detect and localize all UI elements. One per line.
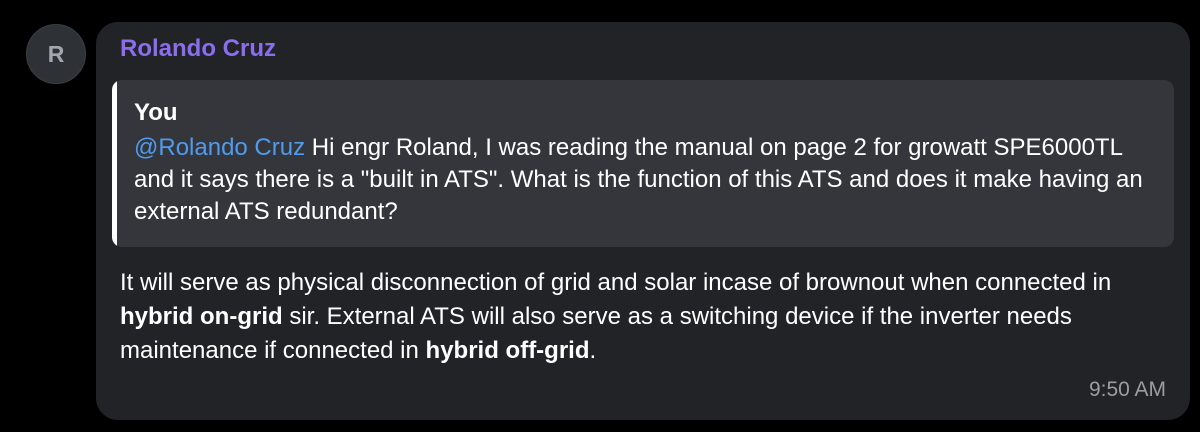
avatar[interactable]: R <box>26 24 86 84</box>
message-text-part3: . <box>589 337 597 364</box>
mention-link[interactable]: @Rolando Cruz <box>134 134 305 161</box>
reply-quote[interactable]: You @Rolando Cruz Hi engr Roland, I was … <box>112 80 1174 247</box>
sender-name[interactable]: Rolando Cruz <box>120 35 276 63</box>
reply-author: You <box>134 99 178 126</box>
message-text: It will serve as physical disconnection … <box>120 266 1170 368</box>
message-text-part1: It will serve as physical disconnection … <box>120 269 1112 296</box>
reply-accent-bar <box>112 80 117 247</box>
message-bubble[interactable]: Rolando Cruz You @Rolando Cruz Hi engr R… <box>96 22 1190 420</box>
message-timestamp: 9:50 AM <box>1088 378 1166 401</box>
avatar-initial: R <box>47 40 65 67</box>
message-bold-hybrid-off-grid: hybrid off-grid <box>425 337 590 364</box>
message-bold-hybrid-on-grid: hybrid on-grid <box>120 303 283 330</box>
reply-text: @Rolando Cruz Hi engr Roland, I was read… <box>134 132 1144 228</box>
